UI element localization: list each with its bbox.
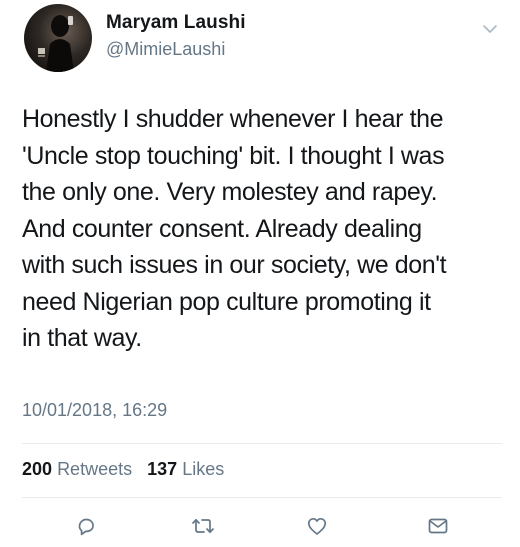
message-button[interactable] [425,513,451,539]
tweet-card: Maryam Laushi @MimieLaushi Honestly I sh… [0,0,520,547]
reply-button[interactable] [73,513,99,539]
author-handle[interactable]: @MimieLaushi [106,39,225,60]
likes-count[interactable]: 137 [147,459,177,479]
envelope-icon [428,518,448,534]
tweet-timestamp[interactable]: 10/01/2018, 16:29 [22,400,167,421]
chevron-down-icon[interactable] [482,22,498,34]
heart-icon [307,517,327,535]
author-name[interactable]: Maryam Laushi [106,12,246,34]
avatar[interactable] [24,4,92,72]
tweet-stats: 200 Retweets 137 Likes [22,459,224,480]
retweet-icon [192,518,214,534]
retweets-count[interactable]: 200 [22,459,52,479]
retweets-label[interactable]: Retweets [57,459,132,479]
like-button[interactable] [304,513,330,539]
divider [22,497,502,498]
avatar-photo [38,15,74,72]
divider [22,443,502,444]
tweet-text: Honestly I shudder whenever I hear the '… [22,105,447,352]
retweet-button[interactable] [190,513,216,539]
likes-label[interactable]: Likes [182,459,224,479]
reply-icon [78,518,94,536]
